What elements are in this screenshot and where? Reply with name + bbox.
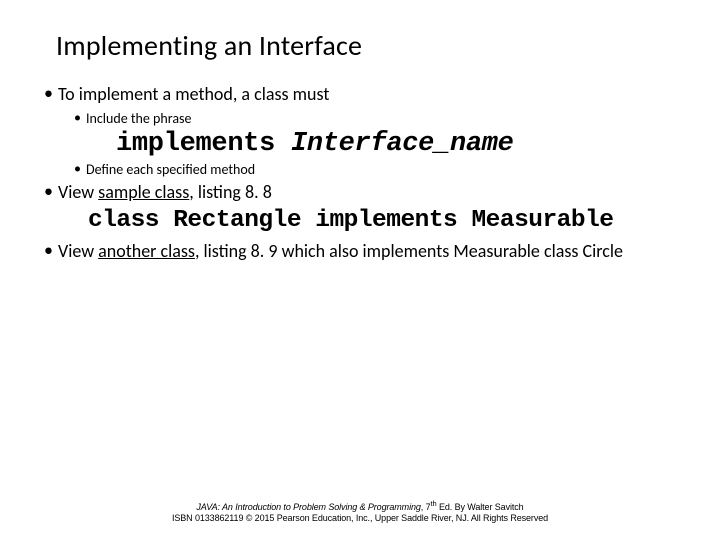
- text-fragment: , listing 8. 9 which also implements Mea…: [195, 240, 623, 262]
- code-line: implements Interface_name: [116, 129, 676, 159]
- bullet-dot-icon: •: [44, 83, 58, 105]
- text-fragment: View: [58, 240, 98, 262]
- code-identifier: Interface_name: [291, 129, 514, 159]
- slide: Implementing an Interface • To implement…: [0, 0, 720, 540]
- footer-line-1: JAVA: An Introduction to Problem Solving…: [0, 499, 720, 513]
- bullet-level1: • View sample class, listing 8. 8: [44, 181, 676, 204]
- bullet-text: Include the phrase: [86, 110, 192, 128]
- bullet-text: View another class, listing 8. 9 which a…: [58, 240, 623, 263]
- bullet-dot-icon: •: [44, 181, 58, 203]
- bullet-text: Define each specified method: [86, 161, 255, 179]
- bullet-text: To implement a method, a class must: [58, 83, 329, 106]
- link-sample-class[interactable]: sample class: [98, 181, 189, 203]
- bullet-level2: • Include the phrase: [74, 110, 676, 128]
- bullet-level1: • To implement a method, a class must: [44, 83, 676, 106]
- bullet-dot-icon: •: [74, 161, 86, 178]
- code-keyword: implements: [116, 129, 291, 159]
- footer-book-title: JAVA: An Introduction to Problem Solving…: [196, 502, 420, 512]
- bullet-level2: • Define each specified method: [74, 161, 676, 179]
- bullet-dot-icon: •: [74, 110, 86, 127]
- footer-credit: JAVA: An Introduction to Problem Solving…: [0, 499, 720, 525]
- bullet-text: View sample class, listing 8. 8: [58, 181, 272, 204]
- text-fragment: Ed. By Walter Savitch: [437, 502, 524, 512]
- bullet-level1: • View another class, listing 8. 9 which…: [44, 240, 676, 263]
- slide-title: Implementing an Interface: [0, 0, 720, 81]
- footer-line-2: ISBN 0133862119 © 2015 Pearson Education…: [0, 513, 720, 524]
- text-fragment: View: [58, 181, 98, 203]
- code-line: class Rectangle implements Measurable: [88, 207, 676, 234]
- text-fragment: , listing 8. 8: [189, 181, 272, 203]
- bullet-dot-icon: •: [44, 240, 58, 262]
- slide-body: • To implement a method, a class must • …: [0, 83, 720, 263]
- text-fragment: , 7: [421, 502, 431, 512]
- link-another-class[interactable]: another class: [98, 240, 195, 262]
